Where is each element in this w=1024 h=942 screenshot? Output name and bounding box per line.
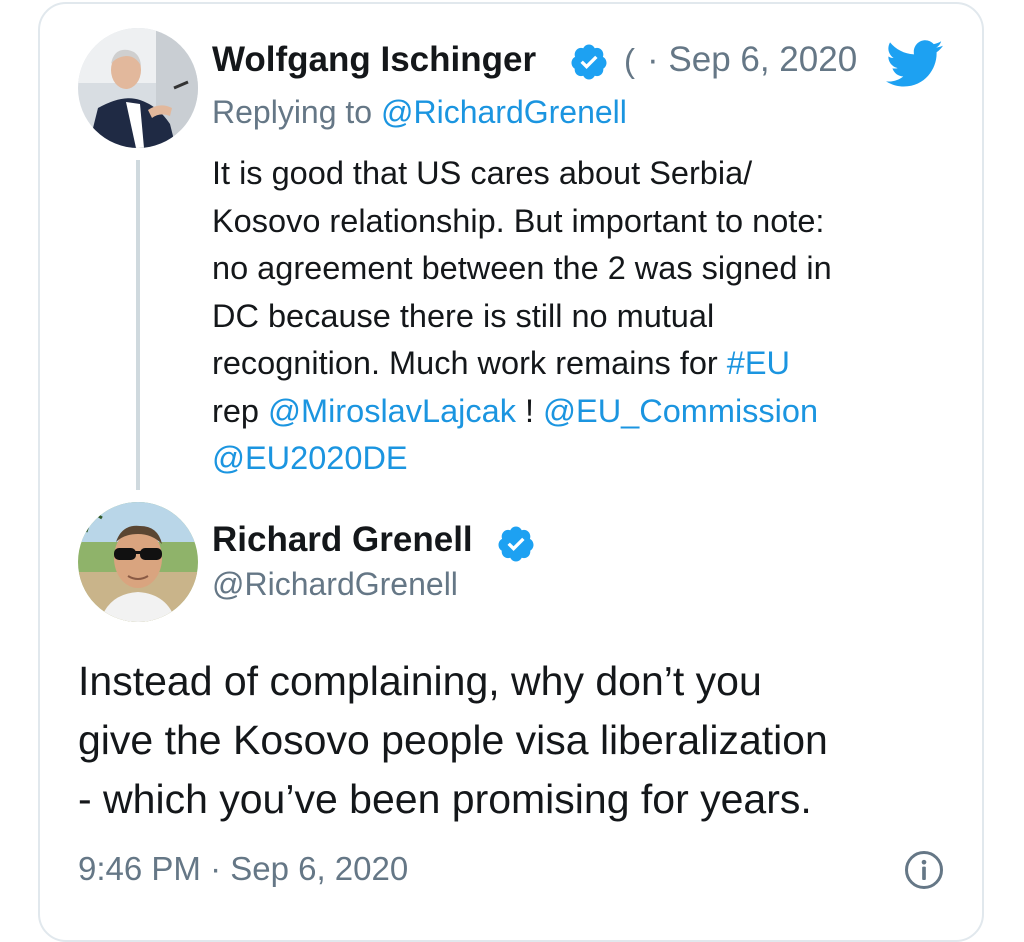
text-line: Instead of complaining, why don’t you bbox=[78, 658, 762, 704]
text-line: - which you’ve been promising for years. bbox=[78, 776, 812, 822]
text-line: rep @MiroslavLajcak ! @EU_Commission bbox=[212, 388, 952, 436]
text-line: It is good that US cares about Serbia/ bbox=[212, 155, 753, 191]
mention-eu-commission-link[interactable]: @EU_Commission bbox=[543, 393, 818, 429]
text-segment: ! bbox=[515, 392, 544, 429]
author-handle[interactable]: @RichardGrenell bbox=[212, 566, 458, 603]
verified-badge-icon bbox=[571, 44, 607, 80]
text-line: Kosovo relationship. But important to no… bbox=[212, 202, 825, 239]
tweet-timestamp[interactable]: 9:46 PM · Sep 6, 2020 bbox=[78, 850, 408, 888]
replying-prefix: Replying to bbox=[212, 94, 381, 130]
author-name[interactable]: Richard Grenell bbox=[212, 520, 473, 560]
verified-badge-icon bbox=[498, 526, 534, 562]
thread-connector-line bbox=[136, 160, 140, 490]
text-line: @EU2020DE bbox=[212, 435, 952, 483]
info-icon[interactable] bbox=[904, 850, 944, 890]
avatar-wolfgang-ischinger[interactable] bbox=[78, 28, 198, 148]
author-handle-truncated[interactable]: ( bbox=[624, 42, 635, 80]
parent-tweet-text: It is good that US cares about Serbia/ K… bbox=[212, 150, 952, 483]
tweet-date-value: Sep 6, 2020 bbox=[668, 40, 858, 79]
replying-to-handle-link[interactable]: @RichardGrenell bbox=[381, 94, 627, 130]
replying-to: Replying to @RichardGrenell bbox=[212, 94, 627, 131]
mention-miroslavlajcak-link[interactable]: @MiroslavLajcak bbox=[268, 393, 516, 429]
author-name[interactable]: Wolfgang Ischinger bbox=[212, 40, 536, 80]
twitter-bird-icon bbox=[886, 40, 943, 87]
avatar-richard-grenell[interactable] bbox=[78, 502, 198, 622]
text-line: no agreement between the 2 was signed in bbox=[212, 250, 832, 286]
tweet-date[interactable]: · Sep 6, 2020 bbox=[647, 40, 857, 80]
text-line: DC because there is still no mutual bbox=[212, 297, 715, 334]
meta-separator: · bbox=[647, 40, 659, 79]
mention-eu2020de-link[interactable]: @EU2020DE bbox=[212, 440, 408, 476]
reply-tweet-text: Instead of complaining, why don’t you gi… bbox=[78, 652, 978, 829]
text-segment: rep bbox=[212, 392, 269, 429]
text-line: give the Kosovo people visa liberalizati… bbox=[78, 717, 828, 763]
text-line: recognition. Much work remains for #EU bbox=[212, 340, 952, 388]
hashtag-eu-link[interactable]: #EU bbox=[727, 345, 790, 381]
text-segment: recognition. Much work remains for bbox=[212, 345, 727, 381]
